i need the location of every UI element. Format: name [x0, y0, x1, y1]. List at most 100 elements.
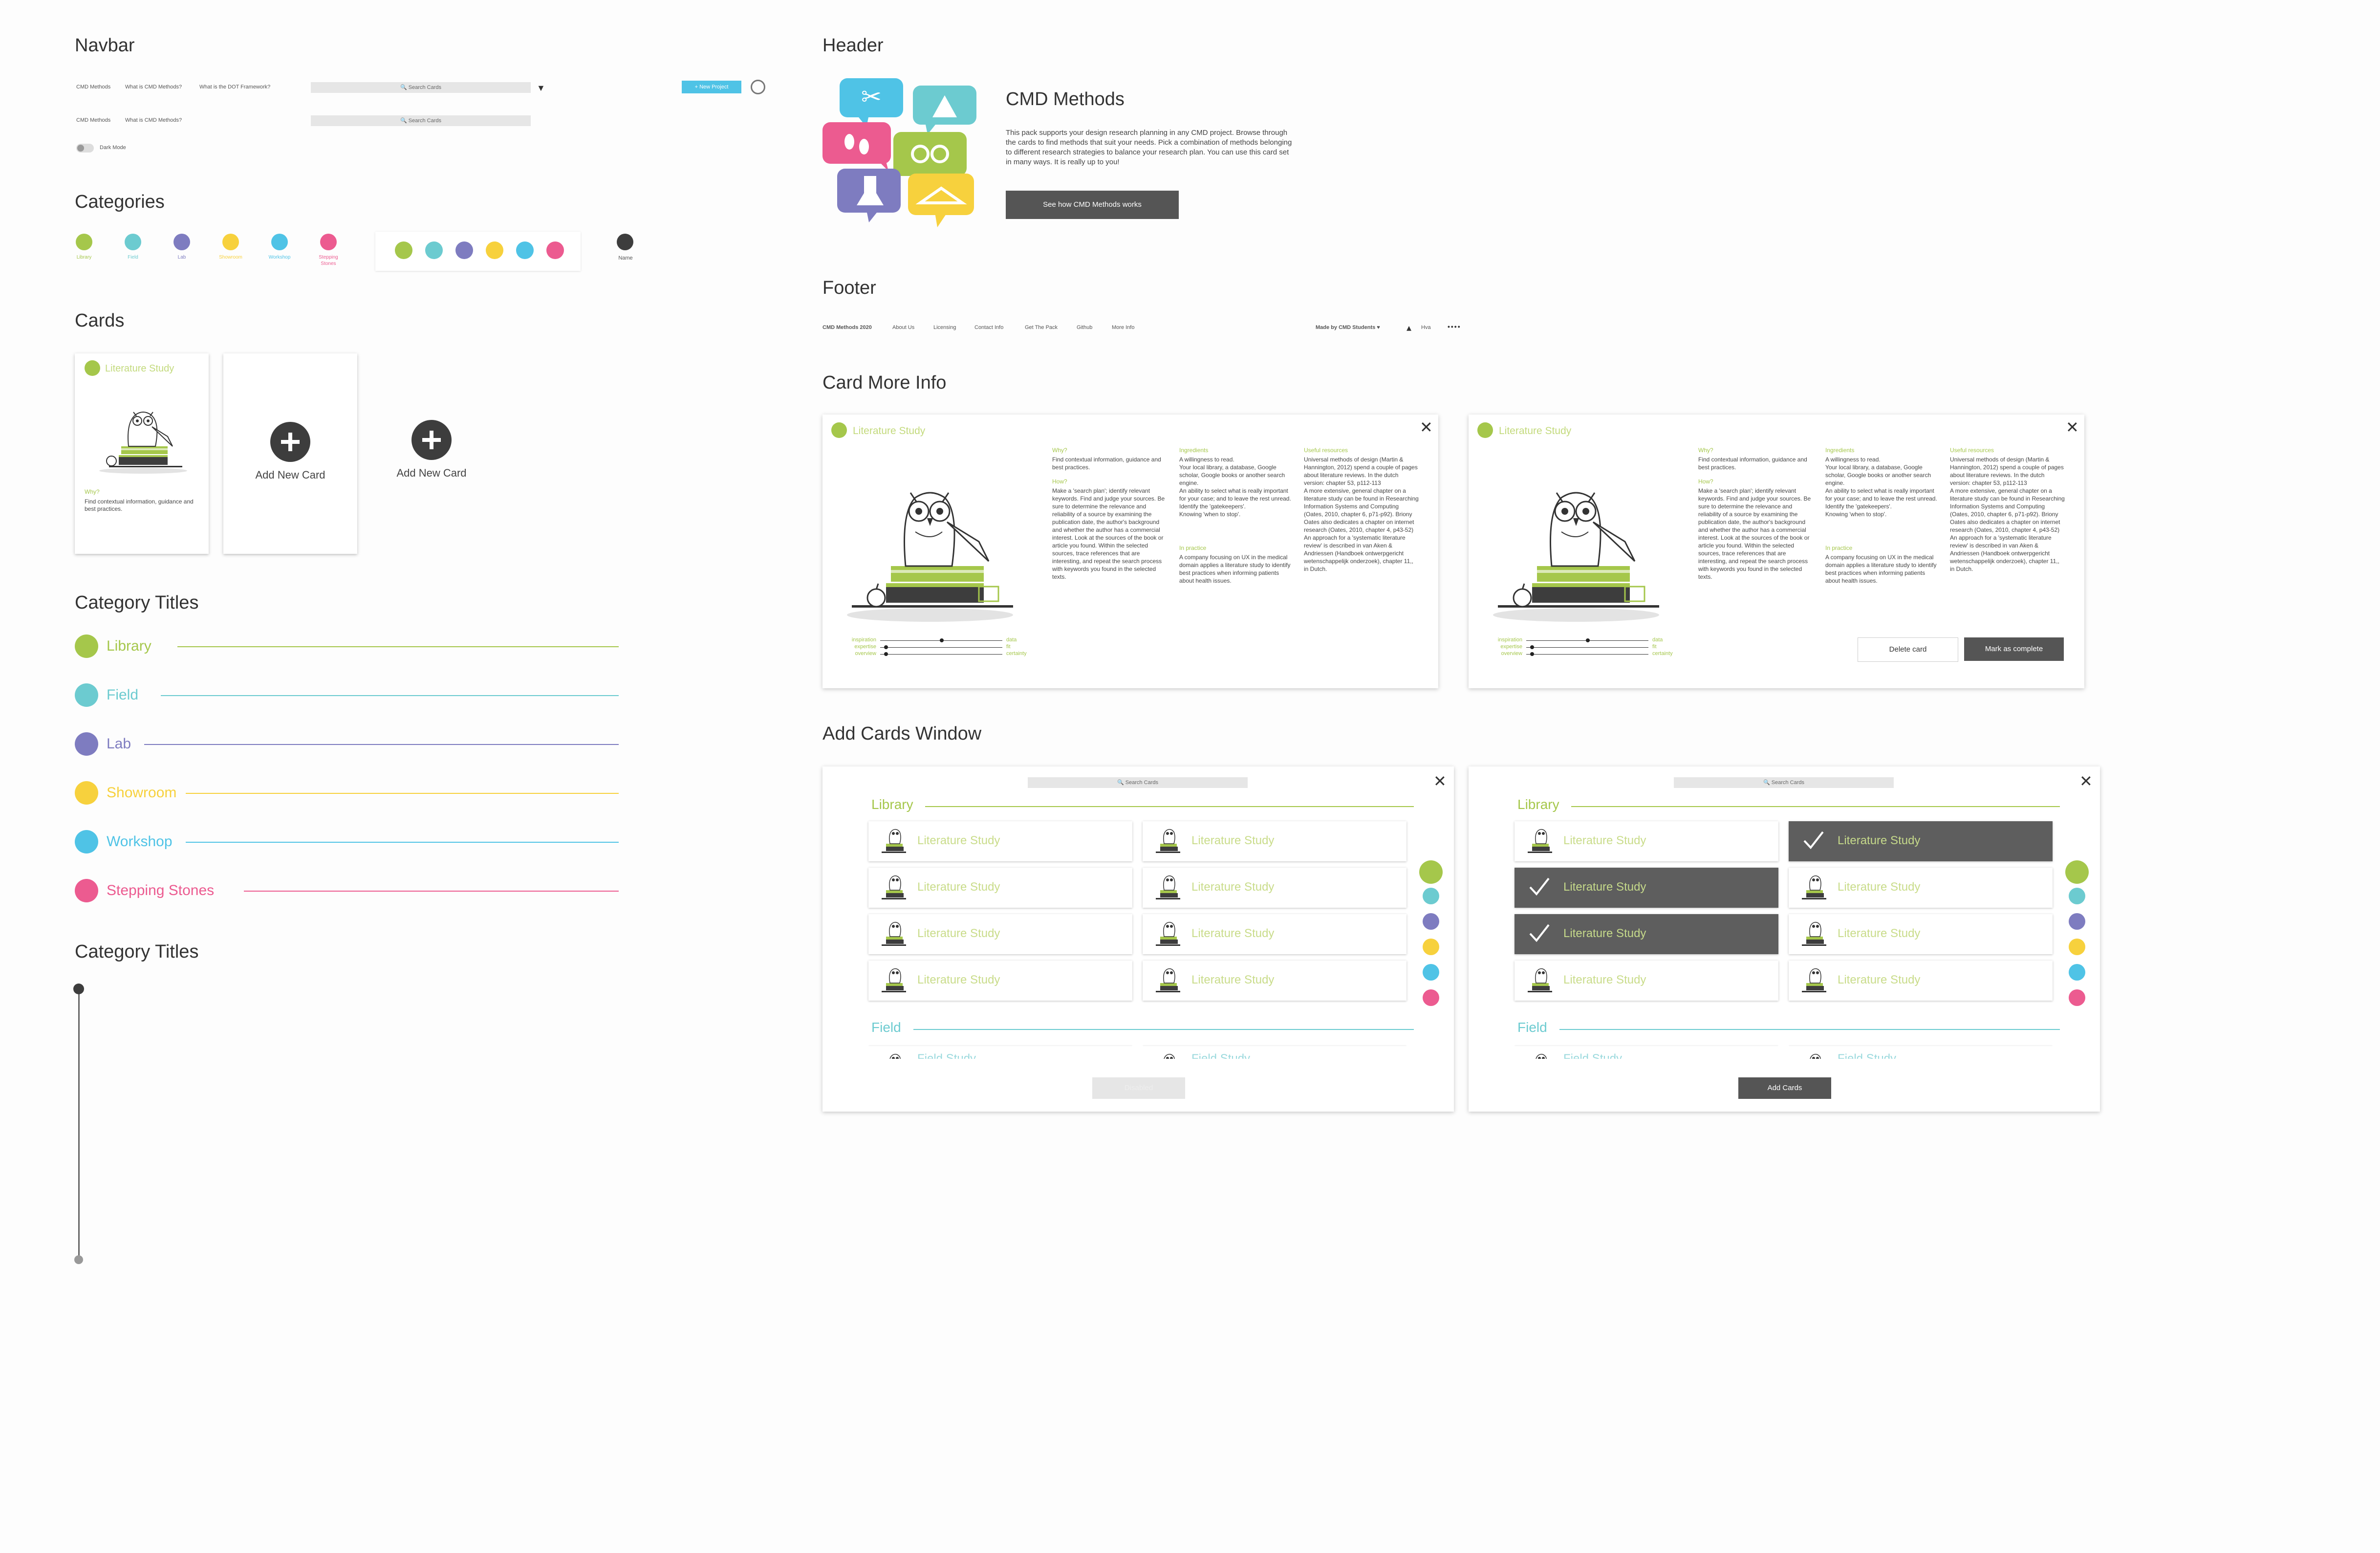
category-dot-stepping[interactable] — [320, 234, 337, 250]
close-icon[interactable]: ✕ — [1433, 773, 1447, 789]
nav-brand-alt[interactable]: CMD Methods — [76, 117, 110, 123]
new-project-button[interactable]: + New Project — [682, 81, 741, 93]
card-list-item[interactable]: Literature Study — [868, 961, 1132, 1001]
card-list-item[interactable]: Literature Study — [1143, 821, 1406, 861]
more-info-heading: Ingredients — [1179, 447, 1209, 454]
category-filter-dot[interactable] — [486, 241, 503, 259]
scale-handle[interactable] — [1530, 645, 1534, 649]
card-list-item[interactable]: Literature Study — [1789, 961, 2053, 1001]
mark-complete-button[interactable]: Mark as complete — [1964, 637, 2064, 661]
card-list-item[interactable]: Literature Study — [1515, 868, 1778, 908]
card-list-item[interactable]: Literature Study — [868, 821, 1132, 861]
card-list-item[interactable]: Field Study — [868, 1046, 1132, 1059]
timeline-handle-top[interactable] — [73, 984, 84, 994]
category-label: Stepping Stones — [319, 255, 338, 266]
card-list-item[interactable]: Literature Study — [1515, 961, 1778, 1001]
card-list-item[interactable]: Field Study — [1515, 1046, 1778, 1059]
card-list-item[interactable]: Literature Study — [868, 868, 1132, 908]
scale-handle[interactable] — [1530, 652, 1534, 656]
card-list-item[interactable]: Literature Study — [868, 914, 1132, 954]
card-list-item[interactable]: Literature Study — [1143, 961, 1406, 1001]
method-card[interactable]: Literature Study Why? Find contextual in… — [75, 353, 209, 554]
dark-mode-toggle[interactable] — [76, 144, 94, 153]
category-jump-dot[interactable] — [2069, 989, 2085, 1006]
card-list-item-label: Literature Study — [1838, 973, 1921, 986]
footer-link[interactable]: Licensing — [933, 325, 956, 330]
card-list-item[interactable]: Field Study — [1143, 1046, 1406, 1059]
uva-logo-icon[interactable]: •••• — [1448, 323, 1461, 330]
scale-handle[interactable] — [940, 638, 944, 642]
category-title-dot — [75, 683, 98, 707]
card-title: Literature Study — [105, 363, 174, 374]
category-dot-lab[interactable] — [173, 234, 190, 250]
timeline-handle-bottom[interactable] — [74, 1255, 83, 1264]
category-dot-library[interactable] — [76, 234, 92, 250]
more-info-heading: In practice — [1179, 545, 1207, 551]
add-new-card[interactable]: Add New Card — [223, 353, 357, 554]
footer-link[interactable]: Contact Info — [974, 325, 1003, 330]
card-list-item[interactable]: Literature Study — [1143, 868, 1406, 908]
card-list-item[interactable]: Field Study — [1789, 1046, 2053, 1059]
category-jump-dot[interactable] — [2069, 913, 2085, 930]
category-dot-showroom[interactable] — [222, 234, 239, 250]
footer-link[interactable]: Github — [1077, 325, 1092, 330]
category-name-dot[interactable] — [617, 234, 633, 250]
close-icon[interactable]: ✕ — [2066, 419, 2079, 435]
owl-books-illustration — [1488, 459, 1664, 627]
footer-link[interactable]: Get The Pack — [1025, 325, 1058, 330]
card-list-item[interactable]: Literature Study — [1789, 868, 2053, 908]
category-filter-dot[interactable] — [546, 241, 564, 259]
delete-card-button[interactable]: Delete card — [1858, 637, 1958, 662]
footer-link[interactable]: CMD Methods 2020 — [822, 325, 872, 330]
search-input[interactable]: 🔍 Search Cards — [1028, 777, 1248, 788]
search-input[interactable]: 🔍 Search Cards — [1674, 777, 1894, 788]
scale-handle[interactable] — [884, 645, 888, 649]
card-list-item[interactable]: Literature Study — [1515, 821, 1778, 861]
category-jump-dot[interactable] — [2065, 860, 2089, 884]
card-more-info-modal: Literature Study ✕ inspiration data experti… — [822, 415, 1438, 688]
nav-link-what-is-alt[interactable]: What is CMD Methods? — [125, 117, 182, 123]
card-list-item[interactable]: Literature Study — [1515, 914, 1778, 954]
category-jump-dot[interactable] — [1423, 888, 1439, 904]
cards-section-title: Cards — [75, 310, 125, 331]
category-jump-dot[interactable] — [1423, 964, 1439, 981]
category-filter-dot[interactable] — [395, 241, 412, 259]
nav-link-what-is[interactable]: What is CMD Methods? — [125, 84, 182, 90]
category-jump-dot[interactable] — [1423, 913, 1439, 930]
search-input-alt[interactable]: 🔍 Search Cards — [311, 115, 531, 126]
category-jump-dot[interactable] — [2069, 939, 2085, 955]
hva-logo-icon[interactable]: ▴ — [1406, 322, 1411, 334]
category-jump-dot[interactable] — [1423, 989, 1439, 1006]
field-section-label: Field — [871, 1020, 901, 1035]
add-new-card-flat[interactable]: Add New Card — [371, 353, 489, 554]
scale-handle[interactable] — [1586, 638, 1590, 642]
category-filter-dot[interactable] — [516, 241, 534, 259]
close-icon[interactable]: ✕ — [1420, 419, 1433, 435]
category-jump-dot[interactable] — [2069, 964, 2085, 981]
category-filter-dot[interactable] — [455, 241, 473, 259]
add-cards-button-disabled[interactable]: Disabled — [1092, 1077, 1185, 1099]
category-dot-workshop[interactable] — [271, 234, 288, 250]
category-jump-dot[interactable] — [1419, 860, 1443, 884]
card-list-item[interactable]: Literature Study — [1143, 914, 1406, 954]
scale-track — [880, 647, 1002, 648]
avatar-icon[interactable] — [751, 80, 765, 94]
scale-left-label: inspiration — [851, 637, 876, 643]
see-how-button[interactable]: See how CMD Methods works — [1006, 191, 1179, 219]
card-list-item[interactable]: Literature Study — [1789, 821, 2053, 861]
close-icon[interactable]: ✕ — [2079, 773, 2093, 789]
dark-mode-label: Dark Mode — [100, 145, 126, 151]
nav-brand[interactable]: CMD Methods — [76, 84, 110, 90]
category-filter-dot[interactable] — [425, 241, 443, 259]
category-jump-dot[interactable] — [2069, 888, 2085, 904]
category-dot-field[interactable] — [125, 234, 141, 250]
footer-link[interactable]: More Info — [1112, 325, 1134, 330]
filter-icon[interactable]: ▼ — [537, 83, 545, 93]
footer-link[interactable]: About Us — [892, 325, 914, 330]
search-input[interactable]: 🔍 Search Cards — [311, 82, 531, 93]
nav-link-dot[interactable]: What is the DOT Framework? — [199, 84, 270, 90]
add-cards-button[interactable]: Add Cards — [1738, 1077, 1831, 1099]
scale-handle[interactable] — [884, 652, 888, 656]
category-jump-dot[interactable] — [1423, 939, 1439, 955]
card-list-item[interactable]: Literature Study — [1789, 914, 2053, 954]
